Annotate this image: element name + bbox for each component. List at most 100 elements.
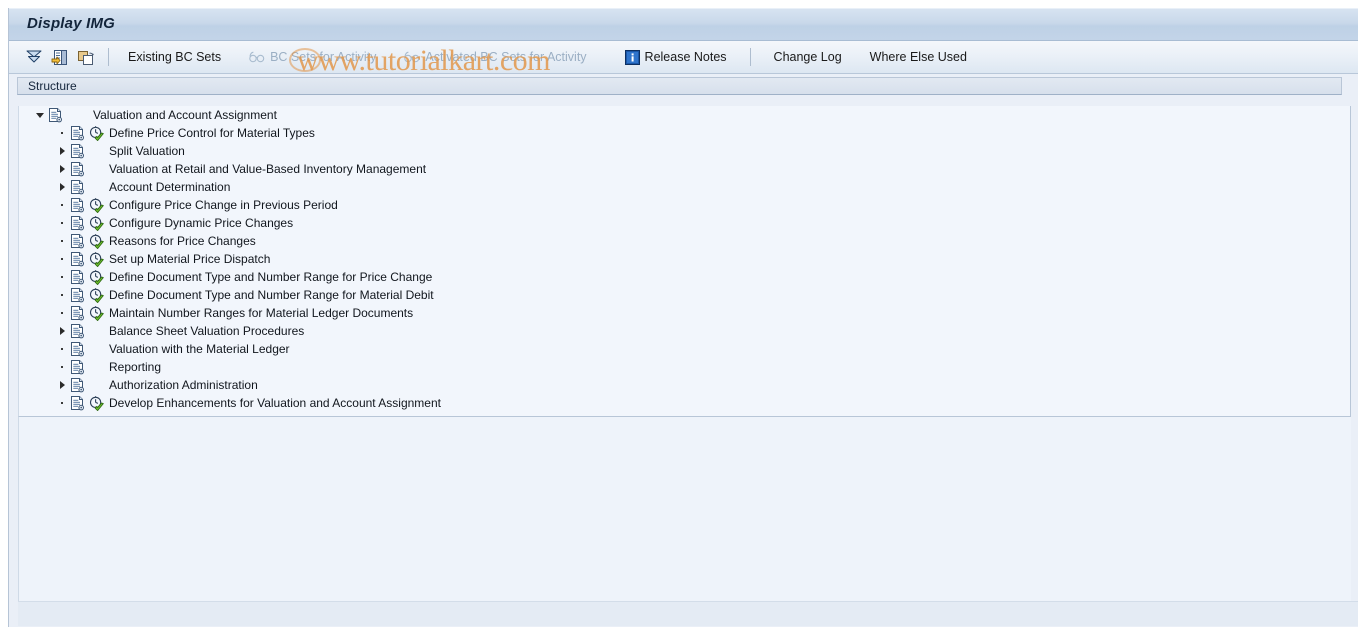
tree-node-label[interactable]: Configure Price Change in Previous Perio…	[109, 196, 338, 214]
img-activity-icon[interactable]	[89, 125, 104, 141]
tree-row[interactable]: Valuation and Account Assignment	[19, 106, 1350, 124]
img-document-icon	[69, 305, 85, 321]
img-document-icon	[47, 107, 63, 123]
tree-row[interactable]: Account Determination	[19, 178, 1350, 196]
tree-collapsed-arrow-icon[interactable]	[55, 160, 69, 178]
tree-row[interactable]: Reporting	[19, 358, 1350, 376]
change-log-button[interactable]: Change Log	[764, 47, 852, 67]
activity-clock-check-icon	[89, 287, 104, 303]
tree-node-label[interactable]: Valuation with the Material Ledger	[109, 340, 290, 358]
select-subtree-icon[interactable]	[49, 46, 71, 68]
tree-bullet-icon	[55, 268, 69, 286]
tree-row[interactable]: Configure Dynamic Price Changes	[19, 214, 1350, 232]
tree-node-label[interactable]: Define Document Type and Number Range fo…	[109, 286, 434, 304]
img-document-icon	[69, 341, 85, 357]
collapse-all-icon[interactable]	[23, 46, 45, 68]
img-document-glyph	[71, 180, 84, 195]
tree-row[interactable]: Define Document Type and Number Range fo…	[19, 268, 1350, 286]
status-bar	[18, 601, 1358, 626]
tree-row[interactable]: Balance Sheet Valuation Procedures	[19, 322, 1350, 340]
img-document-glyph	[71, 144, 84, 159]
tree-collapsed-arrow-icon[interactable]	[55, 142, 69, 160]
tree-node-label[interactable]: Set up Material Price Dispatch	[109, 250, 270, 268]
icon-spacer	[89, 144, 109, 159]
tree-node-label[interactable]: Develop Enhancements for Valuation and A…	[109, 394, 441, 412]
tree-node-label[interactable]: Valuation and Account Assignment	[93, 106, 277, 124]
change-log-label: Change Log	[773, 50, 842, 64]
tree-node-label[interactable]: Define Document Type and Number Range fo…	[109, 268, 432, 286]
release-notes-button[interactable]: Release Notes	[615, 47, 737, 68]
tree-node-label[interactable]: Account Determination	[109, 178, 230, 196]
tree-node-label[interactable]: Split Valuation	[109, 142, 185, 160]
img-document-icon	[69, 359, 85, 375]
tree-node-label[interactable]: Balance Sheet Valuation Procedures	[109, 322, 304, 340]
tree-row[interactable]: Split Valuation	[19, 142, 1350, 160]
img-document-icon	[69, 395, 85, 411]
sap-gui-screen: Display IMG Existing BC Sets BC Sets for…	[0, 0, 1358, 627]
copy-icon[interactable]	[75, 46, 97, 68]
tree-row[interactable]: Develop Enhancements for Valuation and A…	[19, 394, 1350, 412]
toolbar-separator	[108, 48, 109, 66]
tree-node-label[interactable]: Reasons for Price Changes	[109, 232, 256, 250]
glasses-icon	[404, 51, 420, 63]
tree-node-label[interactable]: Reporting	[109, 358, 161, 376]
tree-node-label[interactable]: Configure Dynamic Price Changes	[109, 214, 293, 232]
glasses-icon	[249, 51, 265, 63]
toolbar-separator-2	[749, 48, 751, 66]
activity-clock-check-icon	[89, 233, 104, 249]
where-else-used-label: Where Else Used	[869, 50, 967, 64]
img-document-icon	[69, 179, 85, 195]
img-document-icon	[69, 269, 85, 285]
tree-bullet-icon	[55, 196, 69, 214]
img-document-glyph	[49, 108, 62, 123]
img-document-icon	[69, 251, 85, 267]
img-document-icon	[69, 125, 85, 141]
tree-bullet-icon	[55, 124, 69, 142]
img-activity-icon[interactable]	[89, 215, 104, 231]
tree-row[interactable]: Set up Material Price Dispatch	[19, 250, 1350, 268]
tree-row[interactable]: Reasons for Price Changes	[19, 232, 1350, 250]
img-document-icon	[69, 233, 85, 249]
tree-collapsed-arrow-icon[interactable]	[55, 376, 69, 394]
img-document-glyph	[71, 270, 84, 285]
tree-row[interactable]: Valuation with the Material Ledger	[19, 340, 1350, 358]
activity-clock-check-icon	[89, 215, 104, 231]
tree-row[interactable]: Valuation at Retail and Value-Based Inve…	[19, 160, 1350, 178]
tree-collapsed-arrow-icon[interactable]	[55, 322, 69, 340]
tree-node-label[interactable]: Authorization Administration	[109, 376, 258, 394]
img-document-icon	[69, 377, 85, 393]
tree-collapsed-arrow-icon[interactable]	[55, 178, 69, 196]
tree-row[interactable]: Configure Price Change in Previous Perio…	[19, 196, 1350, 214]
tree-expanded-arrow-icon[interactable]	[33, 106, 47, 124]
img-document-glyph	[71, 198, 84, 213]
icon-spacer	[89, 324, 109, 339]
activity-clock-check-icon	[89, 125, 104, 141]
tree-node-label[interactable]: Valuation at Retail and Value-Based Inve…	[109, 160, 426, 178]
img-activity-icon[interactable]	[89, 233, 104, 249]
activity-clock-check-icon	[89, 395, 104, 411]
tree-row[interactable]: Define Price Control for Material Types	[19, 124, 1350, 142]
img-document-glyph	[71, 126, 84, 141]
tree-row[interactable]: Maintain Number Ranges for Material Ledg…	[19, 304, 1350, 322]
tree-node-label[interactable]: Define Price Control for Material Types	[109, 124, 315, 142]
bc-sets-for-activity-button[interactable]: BC Sets for Activity	[239, 47, 386, 67]
img-activity-icon[interactable]	[89, 269, 104, 285]
img-activity-icon[interactable]	[89, 395, 104, 411]
img-activity-icon[interactable]	[89, 197, 104, 213]
display-img-window: Display IMG Existing BC Sets BC Sets for…	[8, 8, 1358, 627]
structure-column-header[interactable]: Structure	[17, 77, 1342, 95]
tree-node-label[interactable]: Maintain Number Ranges for Material Ledg…	[109, 304, 413, 322]
existing-bc-sets-button[interactable]: Existing BC Sets	[118, 47, 231, 67]
img-structure-tree[interactable]: Valuation and Account Assignment Define …	[18, 106, 1351, 417]
img-activity-icon[interactable]	[89, 287, 104, 303]
tree-row[interactable]: Define Document Type and Number Range fo…	[19, 286, 1350, 304]
activated-bc-sets-for-activity-button[interactable]: Activated BC Sets for Activity	[394, 47, 596, 67]
img-activity-icon[interactable]	[89, 251, 104, 267]
where-else-used-button[interactable]: Where Else Used	[860, 47, 977, 67]
icon-spacer	[89, 342, 109, 357]
activated-bc-sets-for-activity-label: Activated BC Sets for Activity	[425, 50, 587, 64]
tree-row[interactable]: Authorization Administration	[19, 376, 1350, 394]
img-activity-icon[interactable]	[89, 305, 104, 321]
img-document-icon	[69, 323, 85, 339]
activity-clock-check-icon	[89, 197, 104, 213]
